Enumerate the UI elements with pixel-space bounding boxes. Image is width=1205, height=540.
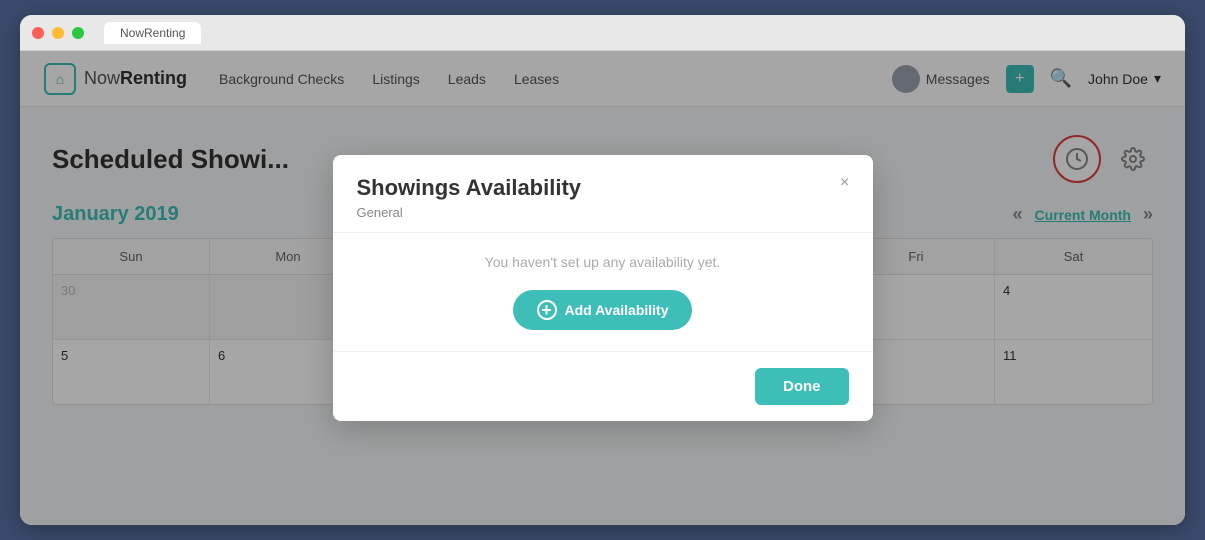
browser-window: NowRenting ⌂ NowRenting Background Check… — [20, 15, 1185, 525]
modal-header: Showings Availability General × — [333, 155, 873, 232]
modal-subtitle: General — [357, 205, 849, 220]
browser-dot-green[interactable] — [72, 27, 84, 39]
modal-title: Showings Availability — [357, 175, 849, 201]
modal-close-button[interactable]: × — [833, 171, 857, 195]
done-button[interactable]: Done — [755, 368, 849, 405]
modal-body: You haven't set up any availability yet.… — [333, 232, 873, 352]
modal-footer: Done — [333, 352, 873, 421]
browser-tab[interactable]: NowRenting — [104, 22, 201, 44]
add-availability-label: Add Availability — [565, 302, 669, 318]
browser-chrome: NowRenting — [20, 15, 1185, 51]
modal-empty-message: You haven't set up any availability yet. — [485, 254, 721, 270]
browser-dot-yellow[interactable] — [52, 27, 64, 39]
add-circle-icon: + — [537, 300, 557, 320]
app-container: ⌂ NowRenting Background Checks Listings … — [20, 51, 1185, 525]
add-availability-button[interactable]: + Add Availability — [513, 290, 693, 330]
browser-dot-red[interactable] — [32, 27, 44, 39]
showings-availability-modal: Showings Availability General × You have… — [333, 155, 873, 421]
